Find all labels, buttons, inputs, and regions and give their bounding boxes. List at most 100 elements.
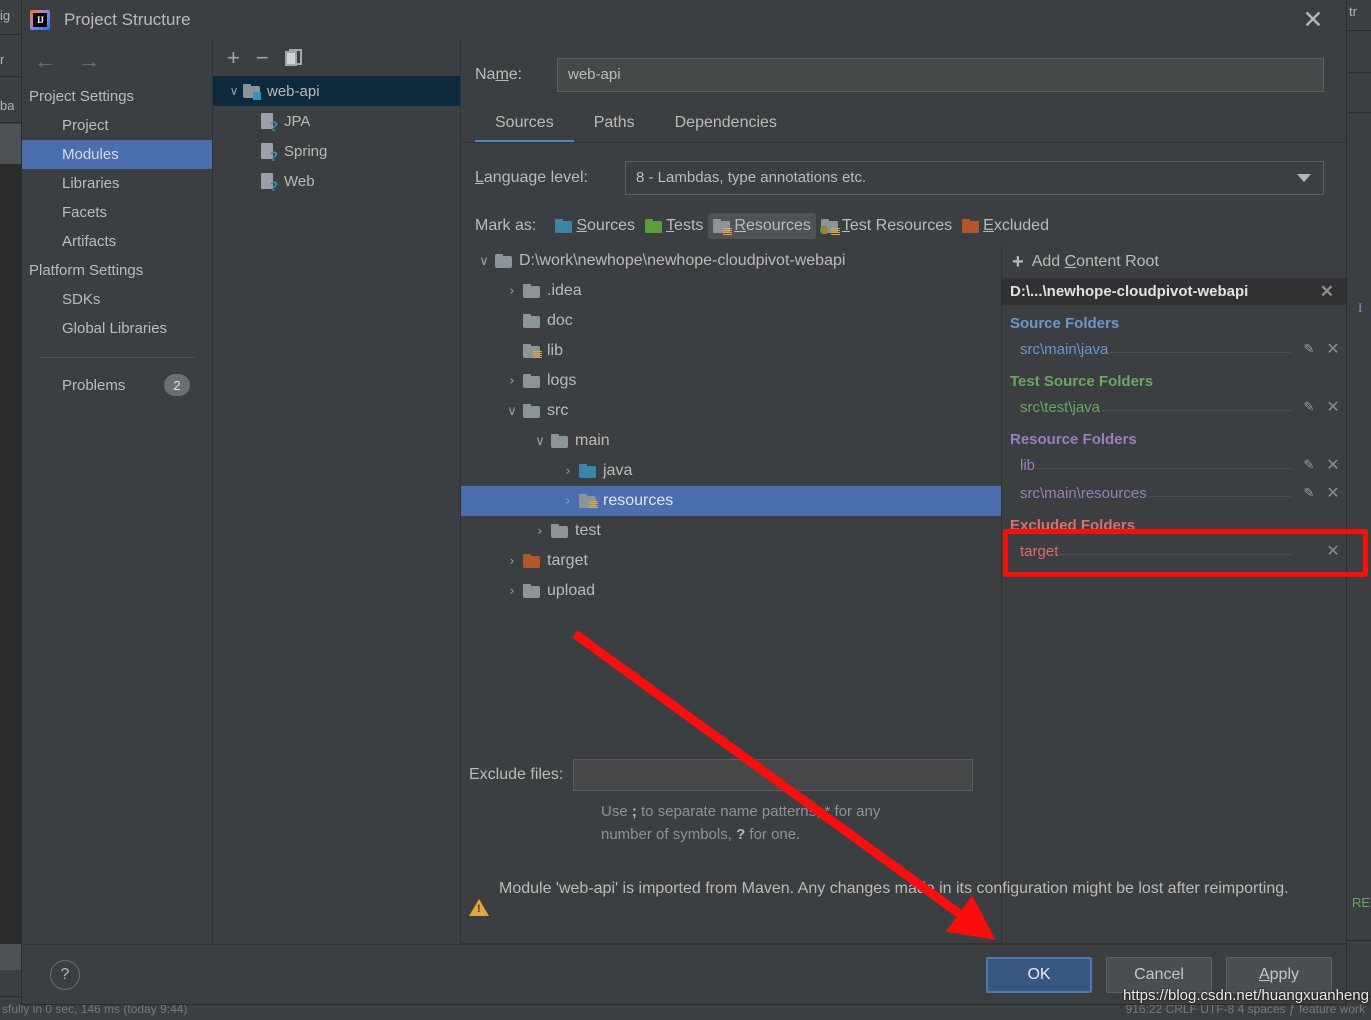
close-icon[interactable]: ✕ bbox=[1300, 7, 1326, 34]
tree-row-logs[interactable]: › logs bbox=[461, 366, 1001, 396]
folder-plain-icon bbox=[523, 404, 540, 418]
root-item-src-main-java[interactable]: src\main\java ✎ ✕ bbox=[1002, 335, 1346, 363]
chevron-down-icon[interactable]: ∨ bbox=[501, 404, 523, 419]
module-tree-row-jpa[interactable]: JPA bbox=[213, 106, 460, 136]
edit-pencil-icon[interactable]: ✎ bbox=[1298, 399, 1320, 415]
chevron-down-icon[interactable]: ∨ bbox=[529, 434, 551, 449]
background-divider bbox=[0, 122, 22, 123]
folder-resources-icon bbox=[579, 494, 598, 508]
sidebar-nav-arrows: ← → bbox=[22, 40, 212, 82]
language-level-row: Language level: 8 - Lambdas, type annota… bbox=[461, 143, 1346, 195]
content-root-header: D:\...\newhope-cloudpivot-webapi ✕ bbox=[1002, 278, 1346, 305]
tree-row-test[interactable]: › test bbox=[461, 516, 1001, 546]
problems-count-badge: 2 bbox=[164, 374, 190, 396]
tree-row-root[interactable]: ∨ D:\work\newhope\newhope-cloudpivot-web… bbox=[461, 246, 1001, 276]
folder-tests-icon bbox=[645, 218, 663, 234]
add-module-icon[interactable]: + bbox=[227, 47, 240, 69]
sidebar-item-global-libraries[interactable]: Global Libraries bbox=[22, 314, 212, 343]
ok-button[interactable]: OK bbox=[986, 956, 1092, 993]
remove-content-root-icon[interactable]: ✕ bbox=[1320, 282, 1334, 302]
module-tree-row-web-api[interactable]: ∨ web-api bbox=[213, 76, 460, 106]
language-level-select[interactable]: 8 - Lambdas, type annotations etc. bbox=[625, 161, 1324, 195]
background-fragment-4: I bbox=[1358, 300, 1363, 315]
module-tree-label: JPA bbox=[284, 112, 311, 130]
sidebar-item-modules[interactable]: Modules bbox=[22, 140, 212, 169]
chevron-right-icon[interactable]: › bbox=[501, 284, 523, 299]
chevron-right-icon[interactable]: › bbox=[501, 554, 523, 569]
chevron-down-icon[interactable]: ∨ bbox=[225, 84, 243, 98]
module-tree-row-web[interactable]: Web bbox=[213, 166, 460, 196]
content-root-path: D:\...\newhope-cloudpivot-webapi bbox=[1010, 283, 1249, 300]
watermark-url: https://blog.csdn.net/huangxuanheng bbox=[1122, 987, 1369, 1004]
sidebar-group-platform-settings: Platform Settings bbox=[29, 262, 144, 279]
mark-as-resources-button[interactable]: Resources bbox=[708, 213, 816, 239]
tree-row-main[interactable]: ∨ main bbox=[461, 426, 1001, 456]
tab-paths[interactable]: Paths bbox=[574, 114, 655, 143]
sidebar-item-artifacts[interactable]: Artifacts bbox=[22, 227, 212, 256]
root-item-target[interactable]: target ✕ bbox=[1002, 537, 1346, 565]
mark-as-label: Mark as: bbox=[475, 217, 537, 234]
tree-row-idea[interactable]: › .idea bbox=[461, 276, 1001, 306]
mark-as-resources-label: Resources bbox=[734, 217, 811, 234]
chevron-down-icon[interactable] bbox=[1297, 174, 1311, 182]
folder-plain-icon bbox=[551, 434, 568, 448]
module-name-input[interactable]: web-api bbox=[557, 58, 1324, 92]
mark-as-sources-label: Sources bbox=[576, 217, 636, 234]
mark-as-sources-button[interactable]: Sources bbox=[550, 213, 640, 239]
sidebar-item-libraries[interactable]: Libraries bbox=[22, 169, 212, 198]
maven-warning: Module 'web-api' is imported from Maven.… bbox=[469, 877, 1328, 916]
add-content-root-button[interactable]: + Add Content Root bbox=[1002, 246, 1346, 278]
remove-module-icon[interactable]: − bbox=[256, 47, 269, 69]
module-tree-row-spring[interactable]: Spring bbox=[213, 136, 460, 166]
tree-row-lib[interactable]: lib bbox=[461, 336, 1001, 366]
mark-as-tests-button[interactable]: Tests bbox=[640, 213, 708, 239]
remove-root-icon[interactable]: ✕ bbox=[1320, 541, 1346, 561]
chevron-right-icon[interactable]: › bbox=[557, 494, 579, 509]
tree-row-label: logs bbox=[547, 372, 577, 389]
sidebar-item-problems-label: Problems bbox=[62, 376, 126, 394]
background-editor-block bbox=[0, 164, 22, 944]
background-fragment-1: r bbox=[0, 52, 5, 67]
edit-pencil-icon[interactable]: ✎ bbox=[1298, 457, 1320, 473]
root-item-label: src\test\java bbox=[1020, 398, 1101, 416]
tree-row-upload[interactable]: › upload bbox=[461, 576, 1001, 606]
mark-as-test-resources-button[interactable]: Test Resources bbox=[816, 213, 957, 239]
exclude-files-input[interactable] bbox=[573, 759, 974, 791]
root-item-lib[interactable]: lib ✎ ✕ bbox=[1002, 451, 1346, 479]
remove-root-icon[interactable]: ✕ bbox=[1320, 397, 1346, 417]
tree-row-java[interactable]: › java bbox=[461, 456, 1001, 486]
forward-arrow-icon[interactable]: → bbox=[78, 50, 100, 72]
background-fragment-2: ba bbox=[0, 98, 15, 113]
sidebar-item-sdks[interactable]: SDKs bbox=[22, 285, 212, 314]
tab-sources[interactable]: Sources bbox=[475, 114, 574, 143]
chevron-right-icon[interactable]: › bbox=[501, 374, 523, 389]
group-title-test-source-folders: Test Source Folders bbox=[1010, 373, 1154, 390]
tab-dependencies[interactable]: Dependencies bbox=[655, 114, 797, 143]
tree-row-doc[interactable]: doc bbox=[461, 306, 1001, 336]
tree-row-target[interactable]: › target bbox=[461, 546, 1001, 576]
sidebar-item-project[interactable]: Project bbox=[22, 111, 212, 140]
chevron-right-icon[interactable]: › bbox=[501, 584, 523, 599]
tree-row-label: upload bbox=[547, 582, 596, 599]
plus-icon: + bbox=[1012, 251, 1024, 273]
copy-module-icon[interactable] bbox=[284, 49, 303, 67]
remove-root-icon[interactable]: ✕ bbox=[1320, 483, 1346, 503]
remove-root-icon[interactable]: ✕ bbox=[1320, 455, 1346, 475]
remove-root-icon[interactable]: ✕ bbox=[1320, 339, 1346, 359]
help-button[interactable]: ? bbox=[50, 959, 80, 990]
tree-row-label: D:\work\newhope\newhope-cloudpivot-webap… bbox=[519, 252, 846, 269]
back-arrow-icon[interactable]: ← bbox=[34, 50, 56, 72]
chevron-right-icon[interactable]: › bbox=[529, 524, 551, 539]
screenshot-root: ig r ba tr I RE sfully in 0 sec, 146 ms … bbox=[0, 0, 1371, 1020]
mark-as-excluded-button[interactable]: Excluded bbox=[957, 213, 1054, 239]
sidebar-item-facets[interactable]: Facets bbox=[22, 198, 212, 227]
tree-row-resources[interactable]: › resources bbox=[461, 486, 1001, 516]
root-item-src-main-resources[interactable]: src\main\resources ✎ ✕ bbox=[1002, 479, 1346, 507]
edit-pencil-icon[interactable]: ✎ bbox=[1298, 341, 1320, 357]
chevron-right-icon[interactable]: › bbox=[557, 464, 579, 479]
tree-row-src[interactable]: ∨ src bbox=[461, 396, 1001, 426]
root-item-src-test-java[interactable]: src\test\java ✎ ✕ bbox=[1002, 393, 1346, 421]
edit-pencil-icon[interactable]: ✎ bbox=[1298, 485, 1320, 501]
chevron-down-icon[interactable]: ∨ bbox=[473, 254, 495, 269]
sidebar-item-problems[interactable]: Problems 2 bbox=[22, 368, 212, 402]
